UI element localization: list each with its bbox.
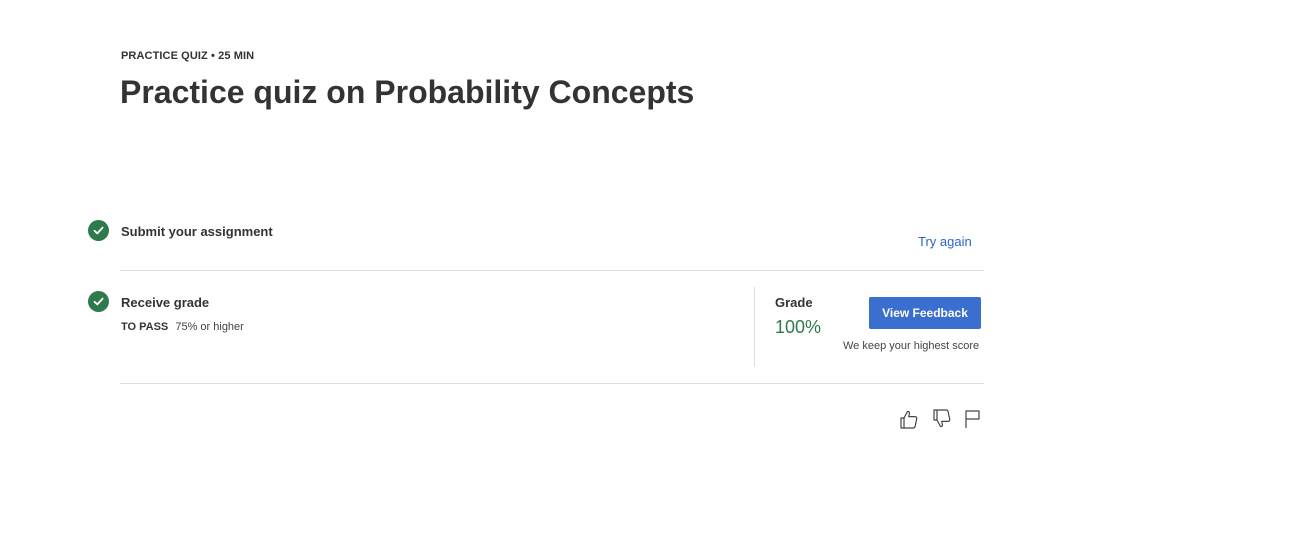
thumbs-up-icon[interactable] <box>898 408 920 430</box>
pass-value: 75% or higher <box>175 321 244 333</box>
check-circle-icon <box>88 291 109 312</box>
grade-label: Grade <box>775 295 813 310</box>
receive-grade-title: Receive grade <box>121 295 210 310</box>
try-again-link[interactable]: Try again <box>918 234 972 249</box>
grade-value: 100% <box>775 317 822 337</box>
check-circle-icon <box>88 220 109 241</box>
pass-requirement: TO PASS 75% or higher <box>121 321 244 333</box>
quiz-eyebrow: PRACTICE QUIZ • 25 MIN <box>121 50 255 62</box>
submit-assignment-title: Submit your assignment <box>121 224 273 239</box>
divider <box>120 383 984 384</box>
thumbs-down-icon[interactable] <box>931 408 953 430</box>
pass-label: TO PASS <box>121 321 169 333</box>
page-title: Practice quiz on Probability Concepts <box>120 74 695 110</box>
vertical-divider <box>754 287 755 367</box>
divider <box>120 270 984 271</box>
view-feedback-button[interactable]: View Feedback <box>869 297 981 329</box>
highest-score-note: We keep your highest score <box>843 340 980 352</box>
flag-icon[interactable] <box>962 408 984 430</box>
